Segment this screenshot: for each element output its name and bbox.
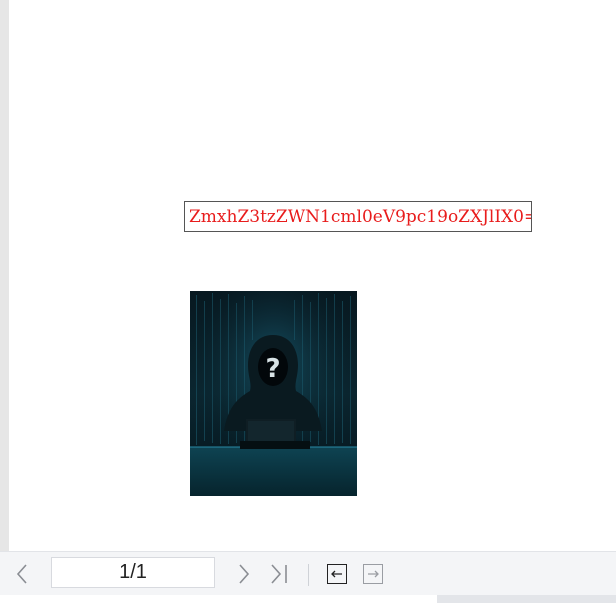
scrollbar-track[interactable] bbox=[437, 595, 616, 603]
svg-text:?: ? bbox=[265, 354, 280, 384]
encoded-text-box: ZmxhZ3tzZWN1cml0eV9pc19oZXJlIX0= bbox=[184, 201, 532, 232]
arrow-right-box-icon[interactable] bbox=[363, 564, 383, 584]
page-number-input[interactable]: 1/1 bbox=[51, 557, 215, 588]
bottom-strip bbox=[0, 595, 616, 603]
left-gutter bbox=[0, 0, 9, 551]
arrow-left-box-icon[interactable] bbox=[327, 564, 347, 584]
chevron-left-icon[interactable] bbox=[11, 562, 35, 586]
chevron-right-icon[interactable] bbox=[231, 562, 255, 586]
hooded-hacker-image: ? bbox=[190, 291, 357, 496]
toolbar-divider bbox=[308, 564, 309, 586]
last-page-icon[interactable] bbox=[267, 562, 291, 586]
document-viewer: ZmxhZ3tzZWN1cml0eV9pc19oZXJlIX0= ? 1/1 bbox=[0, 0, 616, 603]
viewer-toolbar: 1/1 bbox=[0, 551, 616, 595]
